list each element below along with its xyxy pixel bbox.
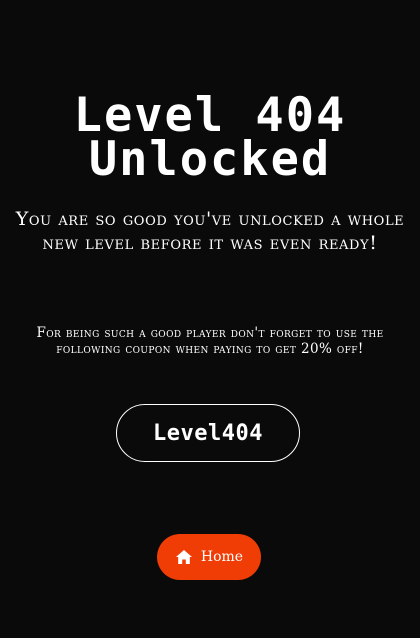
coupon-code: Level404 — [153, 420, 263, 446]
promo-text: For being such a good player don't forge… — [36, 325, 384, 357]
coupon-code-box[interactable]: Level404 — [116, 404, 300, 462]
subtitle-text: You are so good you've unlocked a whole … — [15, 208, 405, 254]
home-button-label: Home — [200, 549, 244, 565]
page-title-line-2: Unlocked — [88, 132, 332, 187]
home-button[interactable]: Home — [157, 534, 261, 580]
home-icon — [175, 549, 193, 565]
